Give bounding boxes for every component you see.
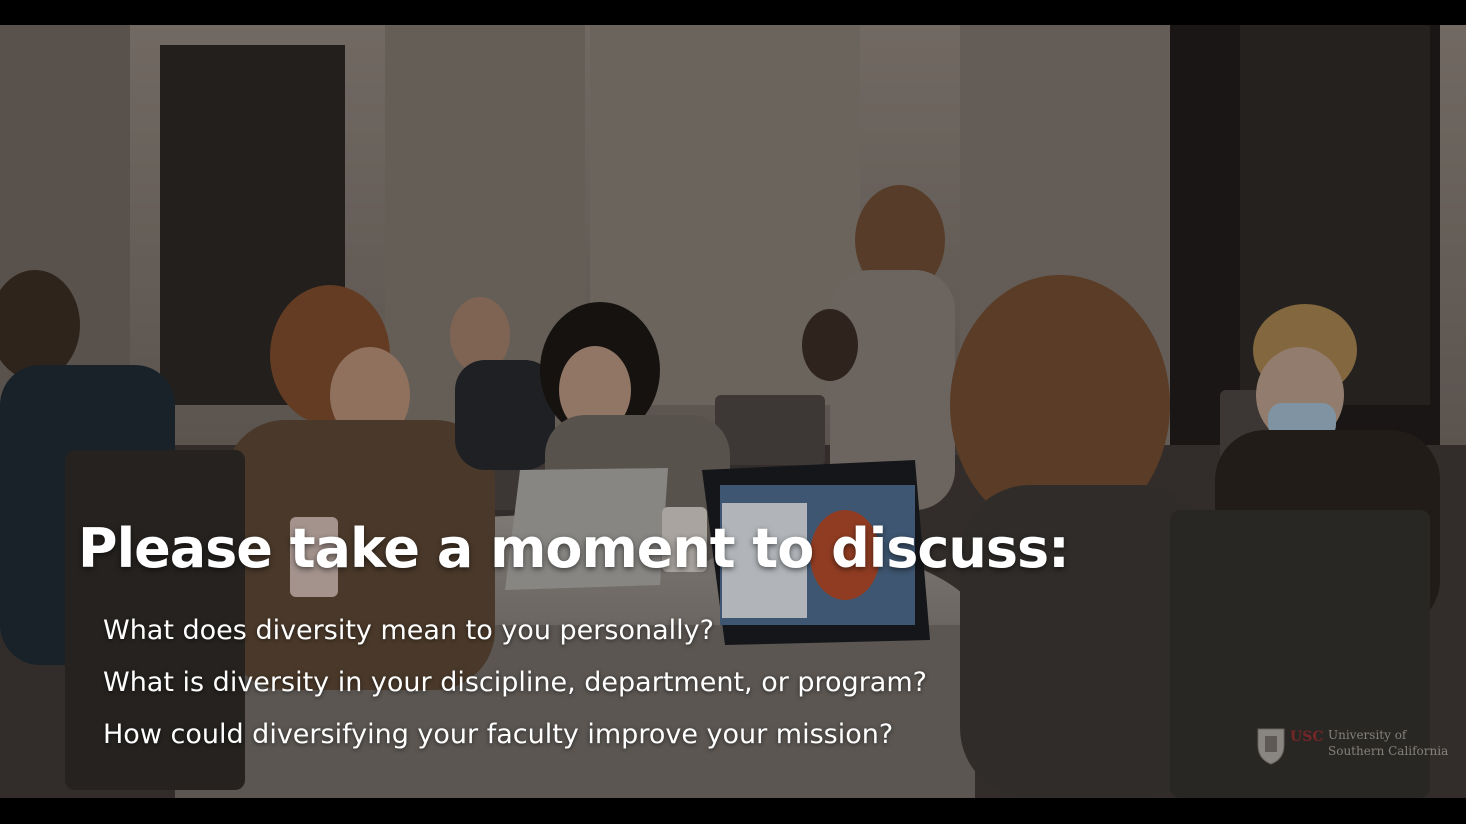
question-item: How could diversifying your faculty impr… <box>103 719 894 750</box>
question-item: What does diversity mean to you personal… <box>103 615 714 646</box>
discussion-questions: What does diversity mean to you personal… <box>103 605 927 761</box>
logo-wordmark: University of Southern California <box>1328 727 1448 759</box>
video-frame: Please take a moment to discuss: What do… <box>0 25 1466 798</box>
logo-abbr: USC <box>1290 729 1324 745</box>
logo-line-1: University of <box>1328 728 1407 742</box>
letterbox-top <box>0 0 1466 25</box>
shield-icon <box>1257 728 1285 765</box>
letterbox-bottom <box>0 798 1466 824</box>
slide-headline: Please take a moment to discuss: <box>78 517 1070 580</box>
usc-logo: USC University of Southern California <box>1256 725 1448 769</box>
logo-line-2: Southern California <box>1328 744 1449 758</box>
question-item: What is diversity in your discipline, de… <box>103 667 927 698</box>
